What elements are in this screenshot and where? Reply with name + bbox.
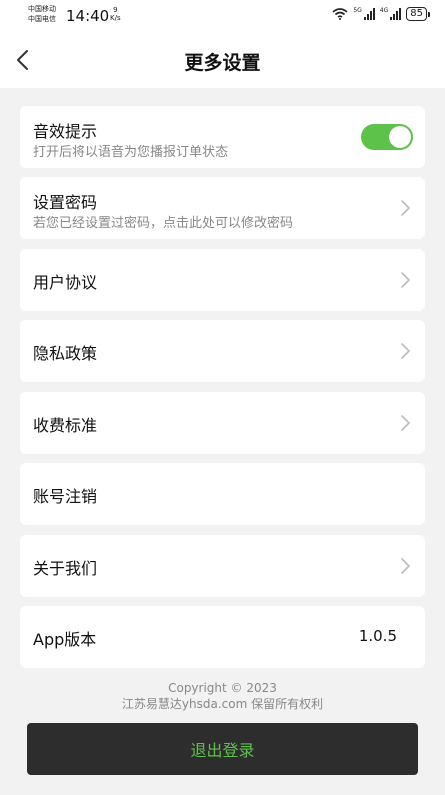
nav-bar: 更多设置 (0, 34, 445, 88)
setting-title: 音效提示 (33, 122, 98, 141)
signal-4g-label: 4G (379, 7, 389, 14)
setting-title: 隐私政策 (33, 344, 98, 363)
setting-account-deletion[interactable]: 账号注销 (20, 463, 425, 525)
page-title: 更多设置 (184, 52, 261, 74)
setting-app-version: App版本 1.0.5 (20, 606, 425, 668)
logout-button[interactable]: 退出登录 (27, 723, 418, 775)
setting-title: 关于我们 (33, 559, 98, 578)
sound-alert-toggle[interactable] (361, 124, 413, 150)
carrier-names: 中国移动 中国电信 (28, 4, 56, 24)
setting-set-password[interactable]: 设置密码 若您已经设置过密码，点击此处可以修改密码 (20, 177, 425, 239)
chevron-right-icon (401, 272, 410, 288)
setting-privacy-policy[interactable]: 隐私政策 (20, 320, 425, 382)
setting-title: App版本 (33, 630, 97, 649)
carrier-1: 中国移动 (28, 5, 56, 13)
setting-user-agreement[interactable]: 用户协议 (20, 249, 425, 311)
status-time: 14:40 (66, 7, 110, 25)
chevron-right-icon (401, 343, 410, 359)
signal-5g-label: 5G (353, 7, 362, 14)
status-bar: 中国移动 中国电信 14:40 9 K/s 5G 4G 85 (0, 0, 445, 34)
signal-4g-icon: 4G (379, 7, 402, 20)
network-speed-value: 9 (113, 6, 118, 14)
chevron-right-icon (401, 558, 410, 574)
setting-subtitle: 若您已经设置过密码，点击此处可以修改密码 (33, 216, 294, 231)
setting-sound-alert: 音效提示 打开后将以语音为您播报订单状态 (20, 106, 425, 168)
setting-title: 设置密码 (33, 193, 98, 212)
setting-fee-standard[interactable]: 收费标准 (20, 392, 425, 454)
network-speed-unit: K/s (110, 14, 121, 22)
signal-5g-icon: 5G (353, 7, 375, 20)
setting-title: 用户协议 (33, 273, 98, 292)
battery-icon: 85 (406, 7, 430, 21)
system-icons: 5G 4G 85 (332, 7, 430, 21)
battery-level: 85 (410, 8, 423, 19)
wifi-icon (332, 8, 348, 20)
setting-subtitle: 打开后将以语音为您播报订单状态 (33, 145, 229, 160)
setting-title: 收费标准 (33, 416, 98, 435)
company-line: 江苏易慧达yhsda.com 保留所有权利 (121, 697, 324, 711)
copyright-line: Copyright © 2023 (168, 681, 277, 695)
carrier-2: 中国电信 (28, 15, 56, 23)
copyright-notice: Copyright © 2023 江苏易慧达yhsda.com 保留所有权利 (0, 680, 445, 712)
app-version-value: 1.0.5 (358, 627, 397, 645)
chevron-right-icon (401, 200, 410, 216)
network-speed: 9 K/s (110, 6, 121, 22)
chevron-right-icon (401, 415, 410, 431)
setting-title: 账号注销 (33, 487, 98, 506)
toggle-knob (389, 126, 411, 148)
setting-about-us[interactable]: 关于我们 (20, 535, 425, 597)
